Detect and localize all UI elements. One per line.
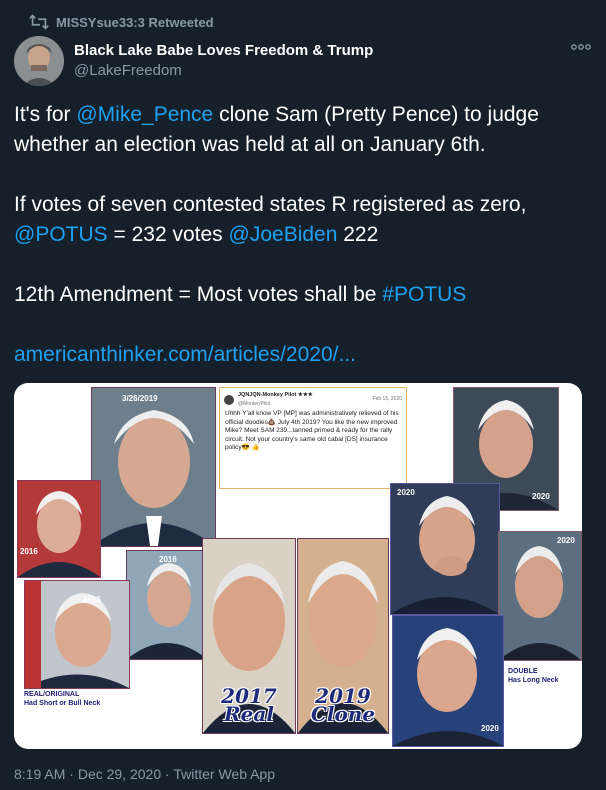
double-caption: DOUBLE Has Long Neck <box>508 667 559 685</box>
caption-line: Had Short or Bull Neck <box>24 700 101 707</box>
real-original-caption: REAL/ORIGINAL Had Short or Bull Neck <box>24 690 100 708</box>
embedded-tweet-header: JQNJQN-Monkey Pilot ★★★ @MonkeyPilot Feb… <box>220 388 406 410</box>
tweet-text: It's for @Mike_Pence clone Sam (Pretty P… <box>14 100 594 370</box>
mention-potus[interactable]: @POTUS <box>14 223 108 246</box>
text-segment: 12th Amendment = Most votes shall be <box>14 283 383 306</box>
more-options-icon[interactable] <box>570 40 592 54</box>
photo-pence-2019-clone: 2019 Clone <box>297 538 389 734</box>
embedded-avatar <box>224 394 234 405</box>
big-year-subtext: Real <box>224 702 274 726</box>
tweet-paragraph-4: americanthinker.com/articles/2020/... <box>14 340 594 370</box>
avatar[interactable] <box>14 36 64 86</box>
caption-line: DOUBLE <box>508 668 538 675</box>
text-segment: It's for <box>14 103 77 126</box>
caption-line: Has Long Neck <box>508 677 559 684</box>
retweet-indicator[interactable]: MISSYsue33:3 Retweeted <box>28 10 214 34</box>
tweet-paragraph-1: It's for @Mike_Pence clone Sam (Pretty P… <box>14 100 594 160</box>
display-name[interactable]: Black Lake Babe Loves Freedom & Trump <box>74 42 373 59</box>
hashtag-potus[interactable]: #POTUS <box>382 283 466 306</box>
photo-pence-2020-b: 2020 <box>390 483 500 615</box>
photo-year-label: 2016 <box>20 547 38 556</box>
photo-pence-2017-real: 2017 Real <box>202 538 296 734</box>
photo-pence-2016-c: 2016 <box>24 580 130 689</box>
big-year-2019: 2019 Clone <box>310 686 376 726</box>
text-segment: = 232 votes <box>107 223 229 246</box>
embedded-body: Uhhh Y'all know VP [MP] was administrati… <box>225 410 399 451</box>
handle[interactable]: @LakeFreedom <box>74 62 373 79</box>
photo-date-label: 3/26/2019 <box>122 394 158 403</box>
photo-year-label: 2020 <box>397 488 415 497</box>
embedded-handle: @MonkeyPilot <box>238 400 271 407</box>
photo-pence-2016-b: 2016 <box>126 550 208 660</box>
retweet-icon <box>29 14 49 30</box>
tweet-media-image[interactable]: 3/26/2019 JQNJQN-Monkey Pilot ★★★ @Monke… <box>14 383 582 749</box>
separator: · <box>65 766 78 782</box>
tweet-paragraph-2: If votes of seven contested states R reg… <box>14 190 594 250</box>
text-segment: If votes of seven contested states R reg… <box>14 193 527 216</box>
tweet-date[interactable]: Dec 29, 2020 <box>78 766 161 782</box>
separator: · <box>161 766 174 782</box>
article-link[interactable]: americanthinker.com/articles/2020/... <box>14 343 356 366</box>
mention-mike-pence[interactable]: @Mike_Pence <box>76 103 213 126</box>
text-segment: 222 <box>337 223 379 246</box>
photo-pence-2016-a: 2016 <box>17 480 101 578</box>
retweet-text: MISSYsue33:3 Retweeted <box>56 14 214 30</box>
tweet-paragraph-3: 12th Amendment = Most votes shall be #PO… <box>14 280 594 310</box>
photo-pence-2020-d: 2020 <box>392 615 504 747</box>
photo-year-label: 2020 <box>557 536 575 545</box>
photo-pence-2019: 3/26/2019 <box>91 387 216 547</box>
photo-year-label: 2016 <box>159 555 177 564</box>
embedded-tweet-screenshot: JQNJQN-Monkey Pilot ★★★ @MonkeyPilot Feb… <box>219 387 407 489</box>
caption-line: REAL/ORIGINAL <box>24 691 80 698</box>
photo-pence-2020-c: 2020 <box>498 531 582 661</box>
big-year-2017: 2017 Real <box>217 686 281 726</box>
photo-year-label: 2016 <box>83 595 101 604</box>
big-year-subtext: Clone <box>310 702 376 726</box>
photo-year-label: 2020 <box>532 492 550 501</box>
tweet-time[interactable]: 8:19 AM <box>14 766 65 782</box>
avatar-image <box>14 36 64 86</box>
author-names: Black Lake Babe Loves Freedom & Trump @L… <box>74 42 373 79</box>
tweet-header: Black Lake Babe Loves Freedom & Trump @L… <box>14 36 592 92</box>
tweet-footer: 8:19 AM · Dec 29, 2020 · Twitter Web App <box>14 766 275 782</box>
mention-joebiden[interactable]: @JoeBiden <box>229 223 338 246</box>
photo-year-label: 2020 <box>481 724 499 733</box>
embedded-name: JQNJQN-Monkey Pilot ★★★ <box>238 392 313 398</box>
embedded-date: Feb 15, 2020 <box>372 396 402 403</box>
embedded-name-block: JQNJQN-Monkey Pilot ★★★ @MonkeyPilot <box>238 391 313 408</box>
tweet-source[interactable]: Twitter Web App <box>173 766 275 782</box>
